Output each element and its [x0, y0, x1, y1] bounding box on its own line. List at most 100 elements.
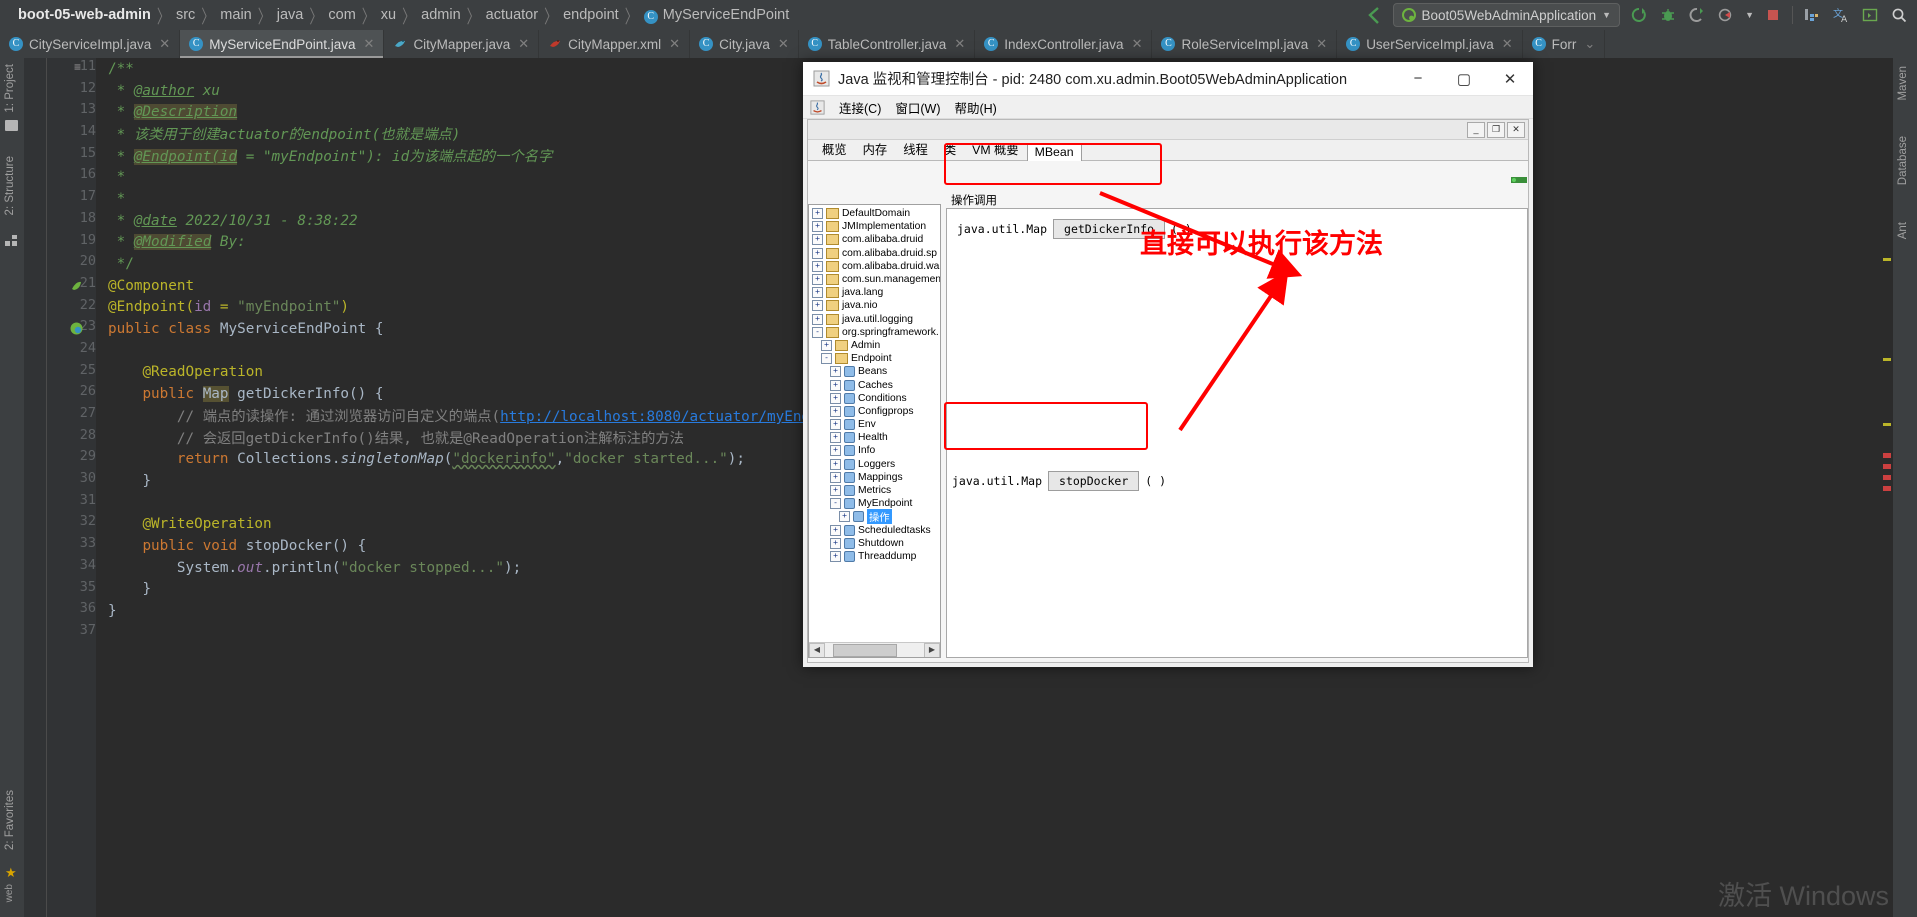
scroll-right-arrow[interactable]: ▶	[924, 642, 940, 657]
spring-bean-gutter-icon[interactable]	[70, 279, 83, 297]
gutter-line[interactable]: 20	[24, 253, 96, 275]
scroll-thumb[interactable]	[833, 643, 897, 657]
breadcrumb-item-endpoint[interactable]: endpoint	[557, 7, 625, 23]
spring-endpoint-gutter-icon[interactable]	[70, 322, 83, 340]
expand-icon[interactable]: +	[830, 432, 841, 444]
tree-node-scheduledtasks[interactable]: + Scheduledtasks	[809, 524, 940, 537]
sidebar-item-web[interactable]: web	[4, 884, 15, 907]
tree-node-com-alibaba-druid[interactable]: + com.alibaba.druid	[809, 233, 940, 246]
expand-icon[interactable]: +	[830, 392, 841, 404]
inner-minimize-button[interactable]: _	[1467, 121, 1485, 138]
sidebar-item-database[interactable]: Database	[1897, 136, 1909, 190]
gutter-line[interactable]: 23	[24, 318, 96, 340]
expand-icon[interactable]: +	[812, 287, 823, 299]
tree-node-health[interactable]: + Health	[809, 431, 940, 444]
scroll-left-arrow[interactable]: ◀	[809, 642, 825, 657]
expand-icon[interactable]: +	[830, 419, 841, 431]
expand-icon[interactable]: +	[830, 405, 841, 417]
tab-overflow-icon[interactable]: ⌄	[1584, 36, 1595, 52]
expand-icon[interactable]: +	[812, 300, 823, 312]
editor-tab-city-java[interactable]: C City.java ✕	[690, 30, 799, 58]
tab-close-icon[interactable]: ✕	[669, 36, 680, 52]
run-with-coverage-icon[interactable]	[1687, 5, 1707, 25]
expand-icon[interactable]: +	[830, 471, 841, 483]
editor-tab-userserviceimpl-java[interactable]: C UserServiceImpl.java ✕	[1337, 30, 1523, 58]
sidebar-item-structure[interactable]: 2: Structure	[4, 156, 16, 220]
mbean-tree-nodes[interactable]: + DefaultDomain + JMImplementation + com.alib…	[809, 205, 940, 643]
gutter-line[interactable]: 30	[24, 470, 96, 492]
jconsole-tab-内存[interactable]: 内存	[855, 138, 896, 160]
tree-node-threaddump[interactable]: + Threaddump	[809, 550, 940, 563]
tree-node-myendpoint[interactable]: - MyEndpoint	[809, 497, 940, 510]
tab-close-icon[interactable]: ✕	[1132, 36, 1143, 52]
gutter-line[interactable]: 34	[24, 557, 96, 579]
tree-node-java-util-logging[interactable]: + java.util.logging	[809, 313, 940, 326]
jconsole-window[interactable]: Java 监视和管理控制台 - pid: 2480 com.xu.admin.B…	[803, 62, 1533, 667]
breadcrumb-item-myserviceendpoint[interactable]: C MyServiceEndPoint	[638, 7, 796, 24]
gutter-line[interactable]: 28	[24, 427, 96, 449]
tree-horizontal-scrollbar[interactable]: ◀ ▶	[809, 642, 940, 657]
editor-tab-myserviceendpoint-java[interactable]: C MyServiceEndPoint.java ✕	[180, 30, 385, 58]
maximize-button[interactable]: ▢	[1441, 62, 1487, 95]
tab-close-icon[interactable]: ✕	[364, 36, 375, 52]
tab-close-icon[interactable]: ✕	[518, 36, 529, 52]
editor-tab-cityserviceimpl-java[interactable]: C CityServiceImpl.java ✕	[0, 30, 181, 58]
gutter-line[interactable]: 35	[24, 579, 96, 601]
expand-icon[interactable]: +	[839, 511, 850, 523]
breadcrumb-item-xu[interactable]: xu	[375, 7, 402, 23]
tree-node-conditions[interactable]: + Conditions	[809, 392, 940, 405]
collapse-icon[interactable]: -	[821, 353, 832, 365]
tree-node-configprops[interactable]: + Configprops	[809, 405, 940, 418]
tree-node-endpoint[interactable]: - Endpoint	[809, 352, 940, 365]
gutter-line[interactable]: 36	[24, 600, 96, 622]
expand-icon[interactable]: +	[812, 208, 823, 220]
gutter-line[interactable]: 15	[24, 145, 96, 167]
tree-node-beans[interactable]: + Beans	[809, 365, 940, 378]
breadcrumb-item-com[interactable]: com	[322, 7, 361, 23]
expand-icon[interactable]: +	[830, 379, 841, 391]
chevron-down-icon-profile[interactable]: ▼	[1745, 10, 1754, 20]
debug-icon[interactable]	[1658, 5, 1678, 25]
gutter-line[interactable]: 32	[24, 513, 96, 535]
tab-close-icon[interactable]: ✕	[1316, 36, 1327, 52]
editor-gutter[interactable]: 11 12 13 14 15 16 17 18 19 20 21 22 23 24 25 26 27 28 29 30…	[24, 58, 96, 917]
gutter-line[interactable]: 12	[24, 80, 96, 102]
tree-node-shutdown[interactable]: + Shutdown	[809, 537, 940, 550]
gutter-line[interactable]: 24	[24, 340, 96, 362]
tree-node-java-nio[interactable]: + java.nio	[809, 299, 940, 312]
menu-item-help[interactable]: 帮助(H)	[954, 98, 996, 117]
gutter-line[interactable]: 16	[24, 166, 96, 188]
editor-tab-indexcontroller-java[interactable]: C IndexController.java ✕	[975, 30, 1153, 58]
tree-node-操作[interactable]: + 操作	[809, 509, 940, 525]
back-arrow-icon[interactable]	[1364, 5, 1384, 25]
breadcrumb-item-boot-05-web-admin[interactable]: boot-05-web-admin	[12, 7, 157, 23]
tree-node-org-springframework-[interactable]: - org.springframework.	[809, 326, 940, 339]
sidebar-item-maven[interactable]: Maven	[1897, 66, 1909, 106]
close-button[interactable]: ✕	[1487, 62, 1533, 95]
sidebar-item-ant[interactable]: Ant	[1897, 222, 1909, 244]
menu-item-window[interactable]: 窗口(W)	[895, 98, 940, 117]
editor-tab-forr[interactable]: C Forr ⌄	[1523, 30, 1606, 58]
gutter-line[interactable]: 21	[24, 275, 96, 297]
expand-icon[interactable]: +	[830, 366, 841, 378]
search-icon[interactable]	[1889, 5, 1909, 25]
menu-item-connect[interactable]: 连接(C)	[839, 98, 881, 117]
breadcrumb-item-main[interactable]: main	[214, 7, 257, 23]
breadcrumb-item-actuator[interactable]: actuator	[480, 7, 544, 23]
tree-node-com-alibaba-druid-sp[interactable]: + com.alibaba.druid.sp	[809, 247, 940, 260]
tree-node-com-sun-management[interactable]: + com.sun.management	[809, 273, 940, 286]
collapse-icon[interactable]: -	[812, 326, 823, 338]
gutter-line[interactable]: 25	[24, 362, 96, 384]
tree-node-env[interactable]: + Env	[809, 418, 940, 431]
tab-close-icon[interactable]: ✕	[954, 36, 965, 52]
sidebar-item-project[interactable]: 1: Project	[4, 64, 16, 118]
minimize-button[interactable]: −	[1395, 62, 1441, 95]
expand-icon[interactable]: +	[830, 458, 841, 470]
breadcrumb-item-admin[interactable]: admin	[415, 7, 467, 23]
gutter-line[interactable]: 37	[24, 622, 96, 644]
tree-node-mappings[interactable]: + Mappings	[809, 471, 940, 484]
gutter-line[interactable]: 22	[24, 297, 96, 319]
jconsole-tab-概览[interactable]: 概览	[814, 138, 855, 160]
stop-icon[interactable]	[1763, 5, 1783, 25]
gutter-line[interactable]: 27	[24, 405, 96, 427]
